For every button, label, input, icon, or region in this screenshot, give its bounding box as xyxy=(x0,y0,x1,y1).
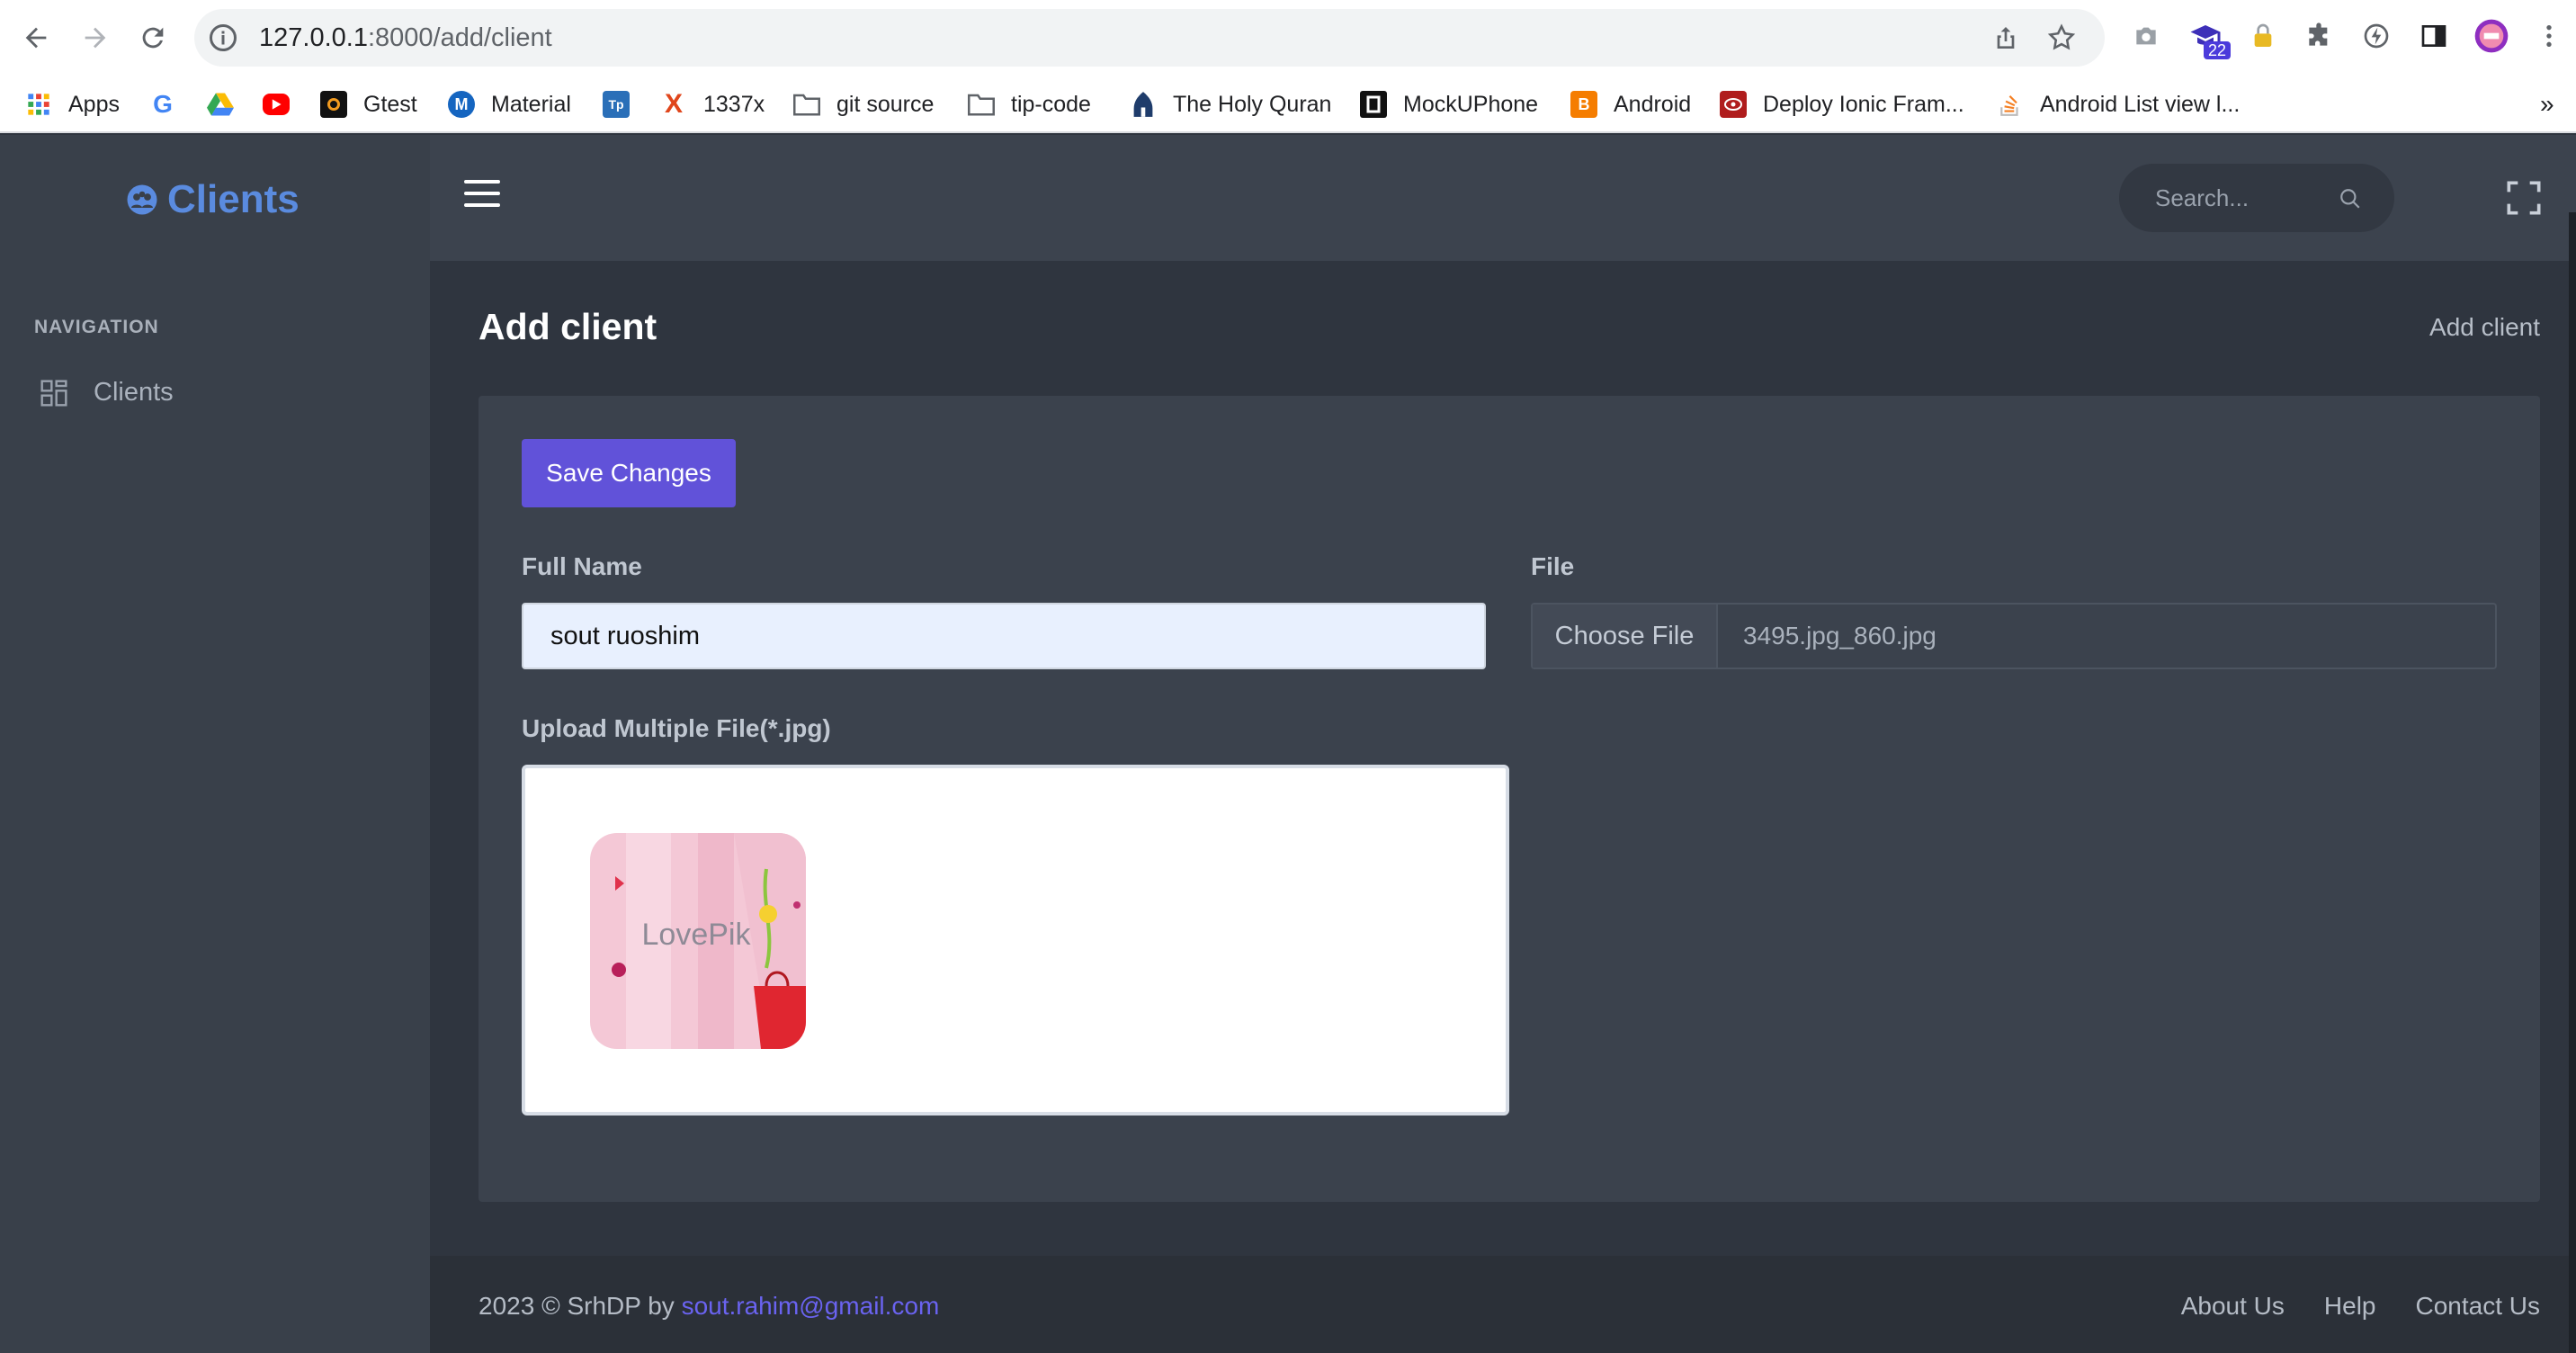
bookmark-tip-code[interactable]: tip-code xyxy=(968,88,1091,121)
author-email-link[interactable]: sout.rahim@gmail.com xyxy=(682,1292,940,1320)
bookmark-tp[interactable]: Tp xyxy=(603,88,646,121)
camera-extension-icon[interactable] xyxy=(2128,18,2164,54)
side-panel-icon[interactable] xyxy=(2416,18,2452,54)
google-drive-icon xyxy=(207,91,234,118)
page-scrollbar[interactable] xyxy=(2569,212,2576,1353)
copyright: 2023 © SrhDP by sout.rahim@gmail.com xyxy=(479,1292,940,1320)
bookmark-google[interactable]: G xyxy=(149,88,192,121)
mockuphone-icon xyxy=(1360,91,1387,118)
apps-grid-icon xyxy=(25,91,52,118)
back-arrow-icon xyxy=(25,27,47,49)
full-name-input[interactable] xyxy=(522,603,1486,669)
bookmark-youtube[interactable] xyxy=(263,88,306,121)
full-name-label: Full Name xyxy=(522,552,642,580)
file-input[interactable]: Choose File 3495.jpg_860.jpg xyxy=(1531,603,2497,669)
bookmark-mockuphone[interactable]: MockUPhone xyxy=(1360,88,1538,121)
upload-dropzone[interactable]: LovePik xyxy=(522,765,1509,1116)
reload-icon xyxy=(142,27,164,49)
bookmark-gtest[interactable]: Gtest xyxy=(320,88,417,121)
contact-us-link[interactable]: Contact Us xyxy=(2416,1292,2541,1321)
about-us-link[interactable]: About Us xyxy=(2181,1292,2285,1321)
forward-button[interactable] xyxy=(76,18,115,58)
graduation-extension-icon[interactable]: 22 xyxy=(2187,18,2231,59)
sidebar-item-clients[interactable]: Clients xyxy=(40,378,174,408)
upload-multiple-label: Upload Multiple File(*.jpg) xyxy=(522,714,831,742)
selected-file-name: 3495.jpg_860.jpg xyxy=(1743,622,1936,650)
bookmark-material[interactable]: M Material xyxy=(448,88,571,121)
ionic-icon xyxy=(1720,91,1747,118)
youtube-icon xyxy=(263,94,290,115)
nav-heading: NAVIGATION xyxy=(34,317,159,337)
address-bar[interactable]: 127.0.0.1:8000/add/client xyxy=(194,9,2105,67)
back-button[interactable] xyxy=(16,18,56,58)
save-changes-button[interactable]: Save Changes xyxy=(522,439,736,507)
sidebar: Clients NAVIGATION Clients xyxy=(0,135,430,1353)
material-icon: M xyxy=(448,91,475,118)
x-icon: X xyxy=(664,89,683,119)
bookmarks-bar: Apps G Gtest M Material Tp X 1337x git s… xyxy=(0,76,2576,133)
search-icon[interactable] xyxy=(2339,187,2362,211)
reload-button[interactable] xyxy=(133,18,173,58)
bookmark-drive[interactable] xyxy=(207,88,250,121)
file-label: File xyxy=(1531,552,1575,580)
lock-extension-icon[interactable] xyxy=(2245,18,2281,54)
bookmark-android[interactable]: B Android xyxy=(1570,88,1691,121)
more-bookmarks-button[interactable]: » xyxy=(2540,88,2554,121)
bookmark-deploy-ionic[interactable]: Deploy Ionic Fram... xyxy=(1720,88,1964,121)
search-box xyxy=(2119,164,2394,232)
google-icon: G xyxy=(153,90,173,118)
chrome-menu-icon[interactable] xyxy=(2531,18,2567,54)
gtest-icon xyxy=(320,91,347,118)
svg-text:LovePik: LovePik xyxy=(642,918,752,952)
lovepik-image: LovePik xyxy=(590,833,806,1049)
bookmark-git-source[interactable]: git source xyxy=(793,88,934,121)
bookmark-android-list-view[interactable]: Android List view l... xyxy=(1997,88,2240,121)
footer: 2023 © SrhDP by sout.rahim@gmail.com Abo… xyxy=(430,1256,2576,1353)
grid-icon xyxy=(40,379,67,407)
performance-icon[interactable] xyxy=(2358,18,2394,54)
bookmark-apps[interactable]: Apps xyxy=(25,88,120,121)
stackoverflow-icon xyxy=(1997,91,2024,118)
browser-toolbar: 127.0.0.1:8000/add/client 22 xyxy=(0,0,2576,76)
fullscreen-icon[interactable] xyxy=(2506,180,2542,216)
quran-icon xyxy=(1130,91,1157,118)
breadcrumb[interactable]: Add client xyxy=(2429,313,2540,342)
choose-file-button[interactable]: Choose File xyxy=(1533,605,1718,668)
brand-logo[interactable]: Clients xyxy=(126,175,300,225)
uploaded-image-thumbnail[interactable]: LovePik xyxy=(590,833,806,1049)
share-icon[interactable] xyxy=(1990,22,2022,54)
extension-badge: 22 xyxy=(2203,41,2231,59)
menu-toggle-icon[interactable] xyxy=(464,180,500,211)
folder-icon xyxy=(968,91,995,118)
site-info-icon[interactable] xyxy=(207,22,239,54)
folder-icon xyxy=(793,91,820,118)
bookmark-1337x[interactable]: X 1337x xyxy=(660,88,765,121)
footer-links: About Us Help Contact Us xyxy=(2181,1292,2540,1321)
puzzle-extensions-icon[interactable] xyxy=(2301,18,2337,54)
help-link[interactable]: Help xyxy=(2324,1292,2376,1321)
page-header: Add client Add client xyxy=(430,261,2576,396)
forward-arrow-icon xyxy=(85,27,106,49)
bookmark-star-icon[interactable] xyxy=(2045,22,2078,54)
profile-avatar-icon[interactable] xyxy=(2473,18,2509,54)
blogger-icon: B xyxy=(1570,91,1597,118)
client-form-card: Save Changes Full Name File Choose File … xyxy=(479,396,2540,1202)
page-title: Add client xyxy=(479,306,657,347)
url-text[interactable]: 127.0.0.1:8000/add/client xyxy=(259,9,552,67)
bookmark-holy-quran[interactable]: The Holy Quran xyxy=(1130,88,1331,121)
topbar xyxy=(430,135,2576,261)
users-logo-icon xyxy=(127,184,157,215)
tp-icon: Tp xyxy=(603,91,630,118)
